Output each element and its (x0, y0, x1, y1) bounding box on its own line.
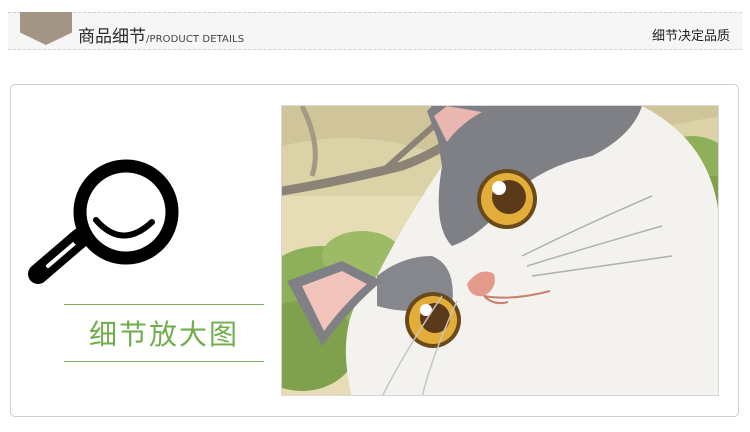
section-header: 商品细节/PRODUCT DETAILS 细节决定品质 (8, 12, 742, 50)
header-title-group: 商品细节/PRODUCT DETAILS (78, 22, 244, 47)
chevron-banner-icon (20, 12, 72, 45)
label-bottom-rule (64, 361, 264, 362)
detail-zoom-label: 细节放大图 (88, 318, 239, 351)
magnifying-glass-icon (28, 159, 179, 284)
header-subtitle: /PRODUCT DETAILS (146, 34, 245, 45)
product-detail-image (281, 105, 719, 396)
label-top-rule (64, 304, 264, 305)
header-title: 商品细节 (78, 27, 146, 47)
header-slogan: 细节决定品质 (651, 29, 730, 44)
